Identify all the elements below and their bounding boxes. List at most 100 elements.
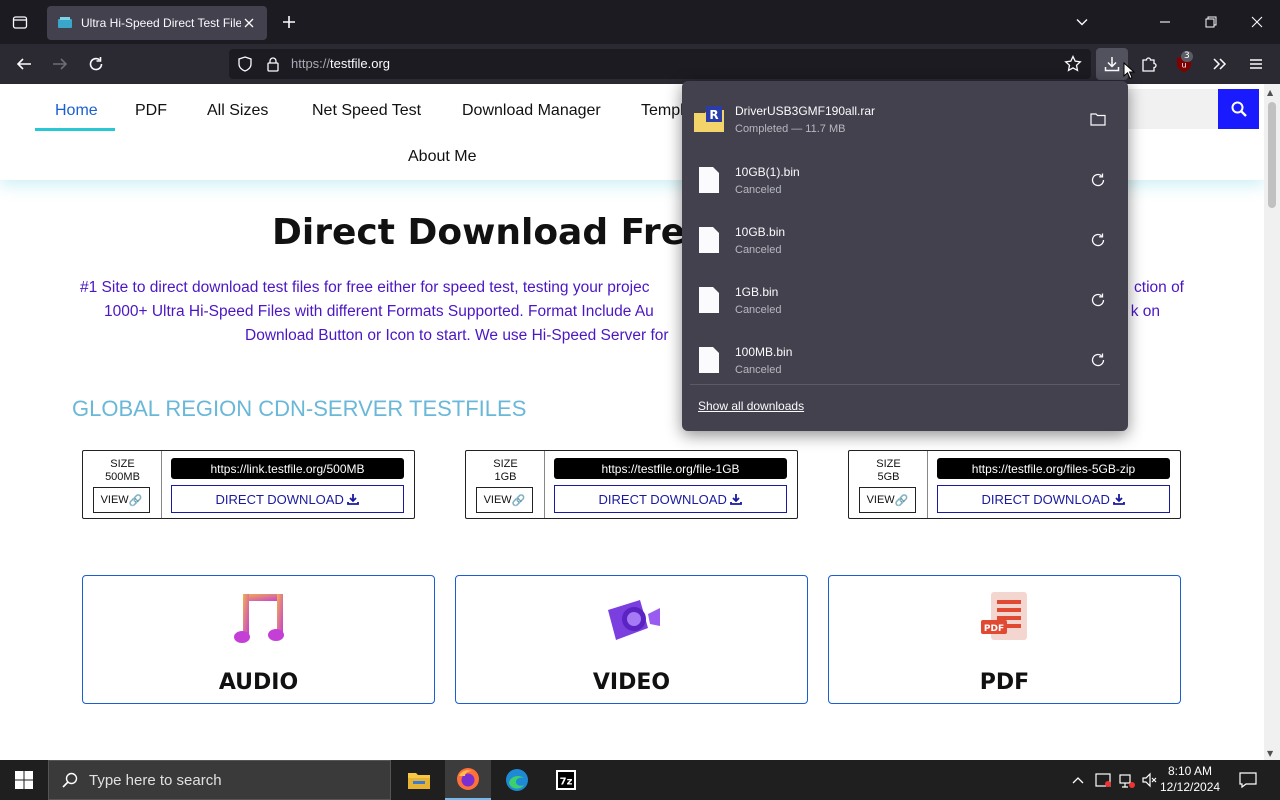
minimize-button[interactable] [1155, 12, 1175, 32]
lock-icon[interactable] [265, 56, 281, 72]
menu-item-pdf[interactable]: PDF [135, 102, 167, 120]
menu-item-about-me[interactable]: About Me [408, 148, 476, 166]
tray-app-icon[interactable] [1094, 770, 1112, 790]
taskbar-edge[interactable] [494, 760, 540, 800]
start-button[interactable] [0, 760, 48, 800]
downloads-panel: R DriverUSB3GMF190all.rar Completed — 11… [682, 81, 1128, 431]
download-icon [1104, 57, 1120, 72]
download-item[interactable]: 10GB(1).bin Canceled [682, 148, 1128, 208]
more-tools-button[interactable] [1208, 53, 1230, 75]
view-button[interactable]: VIEW 🔗 [859, 487, 916, 513]
notification-icon[interactable] [1238, 770, 1258, 790]
file-icon [699, 347, 719, 373]
retry-download-button[interactable] [1088, 290, 1108, 310]
panel-divider [690, 384, 1120, 385]
download-status: Completed — 11.7 MB [735, 123, 846, 135]
download-status: Canceled [735, 184, 782, 196]
network-icon[interactable] [1118, 770, 1136, 790]
show-hidden-icons-chevron-icon[interactable] [1071, 770, 1085, 790]
link-icon: 🔗 [128, 494, 143, 507]
scrollbar-thumb[interactable] [1268, 102, 1276, 208]
arrow-left-icon [16, 58, 31, 70]
download-item[interactable]: 10GB.bin Canceled [682, 208, 1128, 268]
view-label: VIEW [483, 494, 512, 506]
site-search-button[interactable] [1218, 89, 1259, 129]
menu-item-templates[interactable]: Templ [641, 102, 684, 120]
clock-date: 12/12/2024 [1160, 780, 1221, 794]
bookmark-star-icon[interactable] [1064, 55, 1082, 73]
file-explorer-icon [408, 773, 430, 789]
menu-item-net-speed-test[interactable]: Net Speed Test [312, 102, 421, 120]
puzzle-piece-icon [1142, 57, 1157, 72]
retry-download-button[interactable] [1088, 350, 1108, 370]
menu-item-home[interactable]: Home [55, 102, 98, 120]
scroll-up-arrow[interactable]: ▲ [1267, 88, 1273, 97]
restore-button[interactable] [1201, 12, 1221, 32]
extension-badge: 3 [1181, 51, 1193, 62]
download-item[interactable]: 100MB.bin Canceled [682, 328, 1128, 388]
download-item[interactable]: 1GB.bin Canceled [682, 268, 1128, 328]
tab-list-button[interactable] [8, 10, 32, 34]
close-icon [1251, 16, 1263, 28]
folder-icon [1090, 113, 1106, 126]
scroll-down-arrow[interactable]: ▼ [1267, 749, 1273, 758]
link-icon: 🔗 [511, 494, 526, 507]
file-link[interactable]: https://testfile.org/file-1GB [554, 458, 787, 479]
system-clock[interactable]: 8:10 AM 12/12/2024 [1160, 763, 1220, 795]
category-label: AUDIO [218, 670, 299, 695]
back-button[interactable] [13, 53, 35, 75]
taskbar-7zip[interactable]: 7z [543, 760, 589, 800]
retry-download-button[interactable] [1088, 230, 1108, 250]
file-link[interactable]: https://link.testfile.org/500MB [171, 458, 404, 479]
new-tab-button[interactable] [279, 12, 299, 32]
show-all-downloads-link[interactable]: Show all downloads [698, 399, 804, 413]
direct-download-button[interactable]: DIRECT DOWNLOAD [937, 485, 1170, 513]
category-label: VIDEO [592, 670, 671, 695]
url-text[interactable]: https://testfile.org [291, 56, 390, 71]
volume-muted-icon[interactable] [1141, 770, 1159, 790]
tab-close-icon[interactable] [241, 15, 257, 31]
file-link[interactable]: https://testfile.org/files-5GB-zip [937, 458, 1170, 479]
page-scrollbar[interactable]: ▲ ▼ [1264, 84, 1280, 760]
category-video[interactable]: VIDEO [455, 575, 808, 704]
forward-button[interactable] [49, 53, 71, 75]
browser-tab[interactable]: Ultra Hi-Speed Direct Test Files ( [47, 6, 267, 40]
video-camera-icon [608, 600, 660, 640]
retry-icon [1091, 353, 1105, 367]
search-icon [62, 772, 78, 788]
taskbar-file-explorer[interactable] [396, 760, 442, 800]
view-button[interactable]: VIEW 🔗 [476, 487, 533, 513]
list-all-tabs-button[interactable] [1072, 12, 1092, 32]
open-folder-button[interactable] [1088, 109, 1108, 129]
size-label: SIZE 500MB [83, 458, 162, 484]
close-window-button[interactable] [1247, 12, 1267, 32]
retry-download-button[interactable] [1088, 170, 1108, 190]
reload-icon [89, 57, 103, 71]
menu-item-all-sizes[interactable]: All Sizes [207, 102, 268, 120]
taskbar-firefox[interactable] [445, 760, 491, 800]
view-button[interactable]: VIEW 🔗 [93, 487, 150, 513]
direct-download-button[interactable]: DIRECT DOWNLOAD [554, 485, 787, 513]
download-filename: 10GB.bin [735, 225, 786, 239]
arrow-right-icon [53, 58, 68, 70]
address-bar[interactable]: https://testfile.org [229, 49, 1091, 79]
firefox-icon [457, 768, 479, 790]
app-menu-button[interactable] [1245, 53, 1267, 75]
extensions-button[interactable] [1138, 53, 1160, 75]
category-audio[interactable]: AUDIO [82, 575, 435, 704]
size-value: 500MB [105, 471, 140, 483]
active-menu-underline [35, 128, 115, 131]
download-icon [730, 494, 743, 505]
menu-item-download-manager[interactable]: Download Manager [462, 102, 601, 120]
download-filename: DriverUSB3GMF190all.rar [735, 104, 876, 118]
tracking-shield-icon[interactable] [237, 56, 253, 72]
reload-button[interactable] [85, 53, 107, 75]
view-label: VIEW [100, 494, 129, 506]
plus-icon [283, 16, 295, 28]
category-pdf[interactable]: PDF PDF [828, 575, 1181, 704]
taskbar-search-box[interactable]: Type here to search [48, 760, 391, 800]
download-item[interactable]: R DriverUSB3GMF190all.rar Completed — 11… [682, 87, 1128, 147]
direct-download-button[interactable]: DIRECT DOWNLOAD [171, 485, 404, 513]
double-chevron-right-icon [1213, 58, 1227, 70]
direct-download-label: DIRECT DOWNLOAD [981, 491, 1110, 507]
